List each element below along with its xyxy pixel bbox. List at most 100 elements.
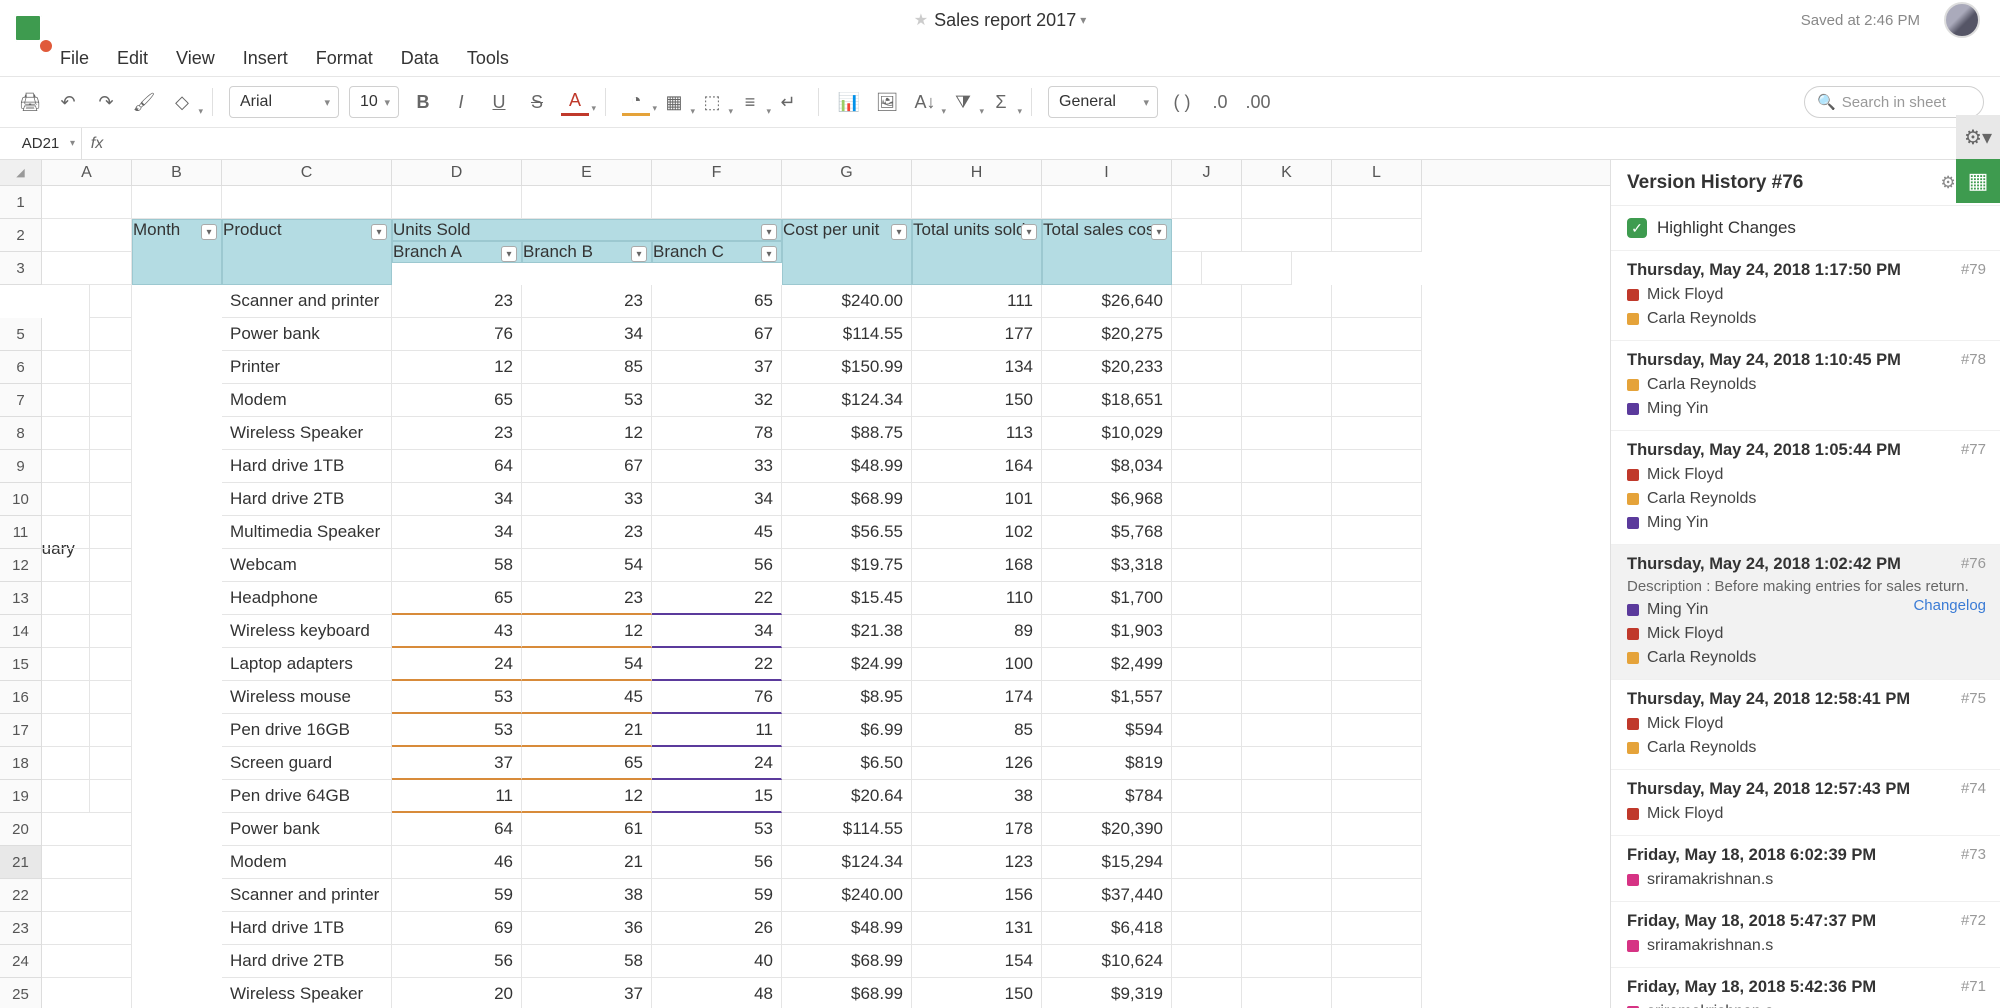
select-all-corner[interactable]: ◢ [0, 160, 42, 185]
cell[interactable] [1242, 384, 1332, 417]
cell[interactable] [1172, 747, 1242, 780]
fill-color-icon[interactable]: ◔ [622, 88, 650, 116]
cell-total-cost[interactable]: $20,233 [1042, 351, 1172, 384]
cell[interactable] [1242, 351, 1332, 384]
cell[interactable] [1172, 285, 1242, 318]
cell[interactable] [1332, 846, 1422, 879]
borders-icon[interactable]: ▦ [660, 88, 688, 116]
cell-product[interactable]: Scanner and printer [222, 285, 392, 318]
cell[interactable] [1202, 252, 1292, 285]
cell-branch-a[interactable]: 34 [392, 483, 522, 516]
cell-total-cost[interactable]: $1,903 [1042, 615, 1172, 648]
cell[interactable] [1332, 516, 1422, 549]
cell-total-cost[interactable]: $5,768 [1042, 516, 1172, 549]
search-input[interactable]: 🔍Search in sheet [1804, 86, 1984, 118]
cell-branch-a[interactable]: 65 [392, 582, 522, 615]
cell[interactable] [42, 483, 132, 516]
cell[interactable] [1332, 912, 1422, 945]
cell-product[interactable]: Power bank [222, 813, 392, 846]
cell-total-cost[interactable]: $26,640 [1042, 285, 1172, 318]
cell[interactable] [1332, 747, 1422, 780]
cell[interactable] [42, 648, 132, 681]
print-icon[interactable]: 🖨 [16, 88, 44, 116]
cell-cost-per-unit[interactable]: $88.75 [782, 417, 912, 450]
cell-branch-c[interactable]: 22 [652, 582, 782, 615]
cell-branch-c[interactable]: 33 [652, 450, 782, 483]
cell[interactable] [1242, 912, 1332, 945]
row-header[interactable]: 5 [0, 318, 42, 351]
cell-total-cost[interactable]: $9,319 [1042, 978, 1172, 1008]
cell[interactable] [1172, 384, 1242, 417]
cell-branch-b[interactable]: 36 [522, 912, 652, 945]
row-header[interactable]: 12 [0, 549, 42, 582]
cell-total-cost[interactable]: $15,294 [1042, 846, 1172, 879]
cell-product[interactable]: Multimedia Speaker [222, 516, 392, 549]
header-branch-a[interactable]: Branch A▾ [392, 241, 522, 263]
cell[interactable] [1172, 615, 1242, 648]
cell[interactable] [1172, 813, 1242, 846]
cell-cost-per-unit[interactable]: $56.55 [782, 516, 912, 549]
cell[interactable] [1332, 681, 1422, 714]
cell-total-cost[interactable]: $10,029 [1042, 417, 1172, 450]
cell-total-cost[interactable]: $18,651 [1042, 384, 1172, 417]
row-header[interactable]: 13 [0, 582, 42, 615]
cell-cost-per-unit[interactable]: $68.99 [782, 945, 912, 978]
cell-cost-per-unit[interactable]: $240.00 [782, 285, 912, 318]
cell-cost-per-unit[interactable]: $24.99 [782, 648, 912, 681]
cell-cost-per-unit[interactable]: $19.75 [782, 549, 912, 582]
cell[interactable] [1172, 186, 1242, 219]
cell-branch-c[interactable]: 59 [652, 879, 782, 912]
cell-total-units[interactable]: 38 [912, 780, 1042, 813]
cell[interactable] [1242, 813, 1332, 846]
row-header[interactable]: 16 [0, 681, 42, 714]
cell[interactable] [1042, 186, 1172, 219]
cell-cost-per-unit[interactable]: $124.34 [782, 384, 912, 417]
cell-total-cost[interactable]: $37,440 [1042, 879, 1172, 912]
cell[interactable] [1242, 186, 1332, 219]
menu-data[interactable]: Data [401, 48, 439, 69]
star-icon[interactable]: ★ [914, 10, 928, 30]
cell[interactable] [42, 945, 132, 978]
parentheses-icon[interactable]: ( ) [1168, 88, 1196, 116]
wrap-icon[interactable]: ↵ [774, 88, 802, 116]
cell-cost-per-unit[interactable]: $6.50 [782, 747, 912, 780]
cell-total-cost[interactable]: $6,968 [1042, 483, 1172, 516]
cell-total-units[interactable]: 131 [912, 912, 1042, 945]
cell-branch-a[interactable]: 59 [392, 879, 522, 912]
cell-branch-b[interactable]: 61 [522, 813, 652, 846]
cell-branch-a[interactable]: 69 [392, 912, 522, 945]
cell[interactable] [42, 780, 132, 813]
cell-total-units[interactable]: 100 [912, 648, 1042, 681]
document-title[interactable]: Sales report 2017 [934, 10, 1076, 31]
cell-branch-a[interactable]: 53 [392, 714, 522, 747]
cell-branch-c[interactable]: 24 [652, 747, 782, 780]
cell[interactable] [1332, 450, 1422, 483]
menu-format[interactable]: Format [316, 48, 373, 69]
cell[interactable] [42, 846, 132, 879]
cell[interactable] [1172, 351, 1242, 384]
cell[interactable] [1242, 648, 1332, 681]
cell-branch-c[interactable]: 78 [652, 417, 782, 450]
cell[interactable] [1332, 219, 1422, 252]
cell-total-units[interactable]: 150 [912, 978, 1042, 1008]
cell-total-units[interactable]: 178 [912, 813, 1042, 846]
cell-total-cost[interactable]: $1,557 [1042, 681, 1172, 714]
cell-total-units[interactable]: 85 [912, 714, 1042, 747]
format-painter-icon[interactable]: 🖌 [130, 88, 158, 116]
menu-edit[interactable]: Edit [117, 48, 148, 69]
col-header[interactable]: I [1042, 160, 1172, 185]
cell-product[interactable]: Headphone [222, 582, 392, 615]
cell[interactable] [42, 582, 132, 615]
cell-total-cost[interactable]: $6,418 [1042, 912, 1172, 945]
cell-branch-b[interactable]: 21 [522, 714, 652, 747]
cell[interactable] [1332, 714, 1422, 747]
version-entry[interactable]: Thursday, May 24, 2018 1:05:44 PM #77 Mi… [1611, 430, 2000, 544]
row-header[interactable]: 11 [0, 516, 42, 549]
cell[interactable] [1242, 846, 1332, 879]
cell-product[interactable]: Hard drive 1TB [222, 912, 392, 945]
sort-icon[interactable]: A↓ [911, 88, 939, 116]
cell[interactable] [42, 549, 132, 582]
cell-total-cost[interactable]: $20,275 [1042, 318, 1172, 351]
cell-branch-b[interactable]: 12 [522, 780, 652, 813]
cell[interactable] [1172, 780, 1242, 813]
